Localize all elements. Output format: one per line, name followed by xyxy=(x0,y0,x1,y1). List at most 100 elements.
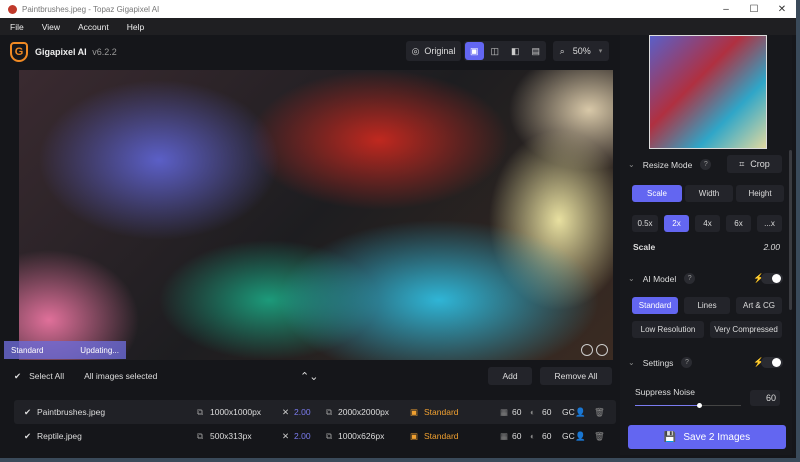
ai-model-label: AI Model xyxy=(643,274,677,284)
minimize-button[interactable]: – xyxy=(712,4,740,15)
selection-status: All images selected xyxy=(84,371,157,381)
ai-model-toggle[interactable] xyxy=(761,273,783,284)
model-name: Standard xyxy=(424,407,459,417)
crop-label: Crop xyxy=(750,159,770,169)
scale-custom[interactable]: ...x xyxy=(757,215,782,232)
crop-icon: ⌗ xyxy=(739,159,744,170)
settings-header[interactable]: ⌄Settings? xyxy=(628,357,692,368)
row-checkbox[interactable]: ✔ xyxy=(24,431,31,442)
chevron-down-icon: ⌄ xyxy=(628,274,635,283)
scale-label: Scale xyxy=(633,242,655,252)
view-side-by-side-button[interactable]: ◧ xyxy=(506,42,525,60)
navigator-thumbnail[interactable] xyxy=(649,35,767,149)
model-icon: ▣ xyxy=(410,407,418,418)
crop-button[interactable]: ⌗ Crop xyxy=(727,155,782,173)
trash-icon[interactable]: 🗑 xyxy=(594,407,605,418)
tab-scale[interactable]: Scale xyxy=(632,185,682,202)
settings-toggle[interactable] xyxy=(761,357,783,368)
face-icon[interactable]: 👤 xyxy=(575,407,586,418)
view-single-button[interactable]: ▣ xyxy=(465,42,484,60)
chevron-down-icon: ⌄ xyxy=(628,358,635,367)
model-standard[interactable]: Standard xyxy=(632,297,678,314)
scale-0-5x[interactable]: 0.5x xyxy=(632,215,658,232)
resize-mode-header[interactable]: ⌄Resize Mode? xyxy=(628,159,711,170)
eye-off-icon: ◎ xyxy=(412,46,420,57)
output-size: 2000x2000px xyxy=(338,407,389,417)
noise-value: 60 xyxy=(512,407,521,417)
compare-icon[interactable] xyxy=(581,344,593,356)
scale-2x[interactable]: 2x xyxy=(664,215,689,232)
save-button[interactable]: 💾Save 2 Images xyxy=(628,425,786,449)
panel-scrollbar[interactable] xyxy=(789,150,792,310)
model-art-cg[interactable]: Art & CG xyxy=(736,297,782,314)
blur-value: 60 xyxy=(542,431,551,441)
queue-row[interactable]: ✔ Reptile.jpeg ⧉ 500x313px ✕ 2.00 ⧉ 1000… xyxy=(14,424,616,448)
menu-help[interactable]: Help xyxy=(127,22,144,32)
scale-icon: ✕ xyxy=(282,407,289,418)
app-name: Gigapixel AI v6.2.2 xyxy=(35,47,117,57)
app-window: Paintbrushes.jpeg - Topaz Gigapixel AI –… xyxy=(0,0,796,458)
menu-icon[interactable] xyxy=(596,344,608,356)
help-icon[interactable]: ? xyxy=(700,159,711,170)
remove-all-button[interactable]: Remove All xyxy=(540,367,612,385)
noise-icon: ▦ xyxy=(500,431,508,442)
save-label: Save 2 Images xyxy=(683,432,750,443)
preview-status-bar: Standard Updating... xyxy=(4,341,126,359)
zoom-icon: ⌕ xyxy=(560,46,565,57)
help-icon[interactable]: ? xyxy=(684,273,695,284)
app-icon xyxy=(8,5,17,14)
resize-mode-tabs: Scale Width Height xyxy=(632,185,784,202)
tab-height[interactable]: Height xyxy=(736,185,784,202)
suppress-noise-input[interactable]: 60 xyxy=(750,390,780,406)
menu-account[interactable]: Account xyxy=(78,22,109,32)
menu-file[interactable]: File xyxy=(10,22,24,32)
zoom-dropdown[interactable]: ⌕50%▾ xyxy=(553,41,609,61)
trash-icon[interactable]: 🗑 xyxy=(594,431,605,442)
scale-6x[interactable]: 6x xyxy=(726,215,751,232)
model-icon: ▣ xyxy=(410,431,418,442)
help-icon[interactable]: ? xyxy=(681,357,692,368)
model-lines[interactable]: Lines xyxy=(684,297,730,314)
add-button[interactable]: Add xyxy=(488,367,532,385)
gigapixel-logo-icon: G xyxy=(10,42,28,62)
queue-row[interactable]: ✔ Paintbrushes.jpeg ⧉ 1000x1000px ✕ 2.00… xyxy=(14,400,616,424)
model-very-compressed[interactable]: Very Compressed xyxy=(710,321,782,338)
slider-handle[interactable] xyxy=(697,403,702,408)
ai-model-header[interactable]: ⌄ AI Model? xyxy=(628,273,695,284)
suppress-noise-slider[interactable] xyxy=(635,405,741,406)
view-grid-button[interactable]: ▤ xyxy=(527,42,546,60)
scale-4x[interactable]: 4x xyxy=(695,215,720,232)
view-split-button[interactable]: ◫ xyxy=(486,42,505,60)
maximize-button[interactable]: ☐ xyxy=(740,4,768,15)
output-size-icon: ⧉ xyxy=(326,407,332,418)
tab-width[interactable]: Width xyxy=(685,185,733,202)
ai-model-options: Standard Lines Art & CG xyxy=(632,297,782,314)
select-all-label[interactable]: Select All xyxy=(29,371,64,381)
face-icon[interactable]: 👤 xyxy=(575,431,586,442)
blur-value: 60 xyxy=(542,407,551,417)
gc-label: GC xyxy=(562,407,575,417)
noise-value: 60 xyxy=(512,431,521,441)
scale-value: 2.00 xyxy=(294,431,311,441)
input-size: 1000x1000px xyxy=(210,407,261,417)
input-size-icon: ⧉ xyxy=(197,431,203,442)
blur-icon: ◐ xyxy=(530,431,535,441)
chevron-down-icon: ▾ xyxy=(599,47,603,55)
chevron-down-icon: ⌄ xyxy=(628,160,635,169)
model-low-resolution[interactable]: Low Resolution xyxy=(632,321,704,338)
scale-options: 0.5x 2x 4x 6x ...x xyxy=(632,215,782,232)
menu-view[interactable]: View xyxy=(42,22,60,32)
output-size: 1000x626px xyxy=(338,431,384,441)
original-label: Original xyxy=(424,46,455,56)
image-queue: ✔ Select All All images selected ⌃⌄ Add … xyxy=(4,362,616,456)
row-checkbox[interactable]: ✔ xyxy=(24,407,31,418)
gc-label: GC xyxy=(562,431,575,441)
file-name: Reptile.jpeg xyxy=(37,431,82,441)
window-title: Paintbrushes.jpeg - Topaz Gigapixel AI xyxy=(22,5,159,14)
header: G Gigapixel AI v6.2.2 ◎Original ▣ ◫ ◧ ▤ … xyxy=(0,35,618,69)
close-button[interactable]: ✕ xyxy=(768,4,796,15)
select-all-checkbox[interactable]: ✔ xyxy=(14,371,21,382)
reorder-arrows-icon[interactable]: ⌃⌄ xyxy=(300,370,318,383)
preview-image[interactable] xyxy=(19,70,613,360)
original-button[interactable]: ◎ Original xyxy=(406,41,461,61)
